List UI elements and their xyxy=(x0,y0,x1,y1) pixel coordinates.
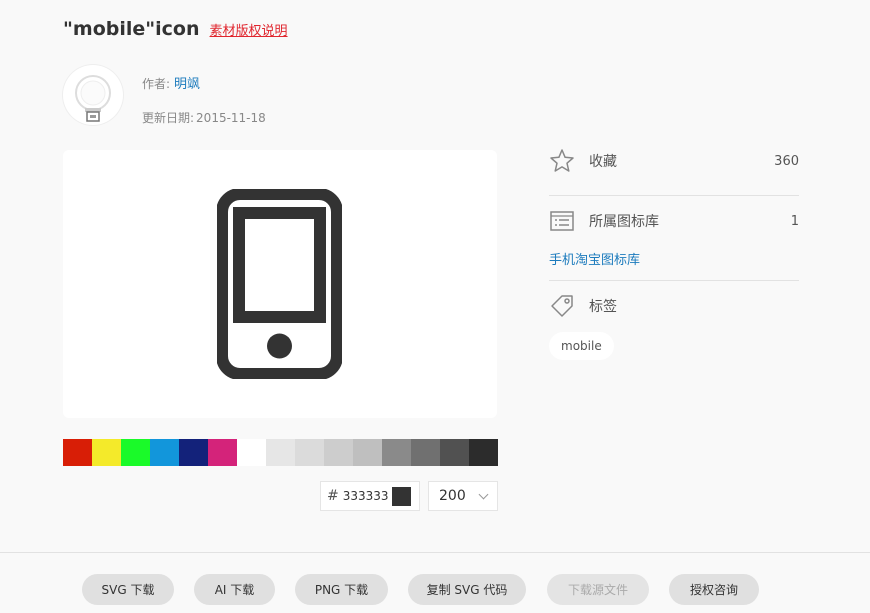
star-icon[interactable] xyxy=(549,148,575,174)
copy-svg-code-button[interactable]: 复制 SVG 代码 xyxy=(408,574,526,605)
color-hex-field[interactable]: # xyxy=(320,481,420,511)
chevron-down-icon xyxy=(478,489,489,500)
color-swatch[interactable] xyxy=(208,439,237,466)
author-name-link[interactable]: 明飒 xyxy=(174,73,200,92)
svg-download-button[interactable]: SVG 下载 xyxy=(82,574,174,605)
color-swatch[interactable] xyxy=(266,439,295,466)
update-date-row: 更新日期: 2015-11-18 xyxy=(142,109,266,126)
library-label: 所属图标库 xyxy=(589,214,659,230)
tag-mobile[interactable]: mobile xyxy=(549,332,614,360)
favorite-label: 收藏 xyxy=(589,154,617,170)
library-row: 所属图标库 1 xyxy=(549,205,799,237)
color-palette xyxy=(63,439,498,466)
color-swatch[interactable] xyxy=(353,439,382,466)
tags-row: 标签 xyxy=(549,290,799,322)
divider xyxy=(549,280,799,281)
copyright-link[interactable]: 素材版权说明 xyxy=(210,20,288,39)
favorite-row[interactable]: 收藏 360 xyxy=(549,145,799,177)
color-swatch[interactable] xyxy=(92,439,121,466)
color-swatch[interactable] xyxy=(63,439,92,466)
favorite-count: 360 xyxy=(774,153,799,169)
mobile-phone-icon xyxy=(217,189,342,379)
size-value: 200 xyxy=(439,488,466,504)
author-row: 作者: 明飒 xyxy=(142,73,200,92)
author-label: 作者: xyxy=(142,77,171,91)
color-swatch[interactable] xyxy=(295,439,324,466)
hash-symbol: # xyxy=(327,488,339,504)
lightbulb-avatar-icon xyxy=(75,75,111,122)
divider xyxy=(549,195,799,196)
color-swatch[interactable] xyxy=(179,439,208,466)
library-count: 1 xyxy=(790,213,799,229)
avatar[interactable] xyxy=(63,65,123,125)
action-bar: SVG 下载 AI 下载 PNG 下载 复制 SVG 代码 下载源文件 授权咨询 xyxy=(0,552,870,613)
size-select[interactable]: 200 xyxy=(428,481,498,511)
license-inquiry-button[interactable]: 授权咨询 xyxy=(669,574,759,605)
tag-icon xyxy=(549,293,575,319)
color-swatch[interactable] xyxy=(440,439,469,466)
color-swatch[interactable] xyxy=(237,439,266,466)
color-swatch[interactable] xyxy=(150,439,179,466)
color-swatch[interactable] xyxy=(382,439,411,466)
tags-label: 标签 xyxy=(589,299,617,315)
icon-library-link[interactable]: 手机淘宝图标库 xyxy=(549,249,799,268)
color-hex-input[interactable] xyxy=(342,489,393,503)
color-swatch[interactable] xyxy=(469,439,498,466)
date-label: 更新日期: xyxy=(142,111,195,125)
source-download-button: 下载源文件 xyxy=(547,574,649,605)
icon-info-sidebar: 收藏 360 所属图标库 1 手机淘宝图标库 标签 mobile xyxy=(549,145,799,360)
color-swatch[interactable] xyxy=(324,439,353,466)
update-date: 2015-11-18 xyxy=(196,111,266,125)
ai-download-button[interactable]: AI 下载 xyxy=(194,574,275,605)
page-title: "mobile"icon xyxy=(63,18,200,40)
png-download-button[interactable]: PNG 下载 xyxy=(295,574,388,605)
color-preview-swatch xyxy=(392,487,411,506)
title-row: "mobile"icon 素材版权说明 xyxy=(63,18,288,40)
color-swatch[interactable] xyxy=(121,439,150,466)
library-list-icon xyxy=(549,208,575,234)
color-swatch[interactable] xyxy=(411,439,440,466)
icon-preview-card xyxy=(63,150,497,418)
